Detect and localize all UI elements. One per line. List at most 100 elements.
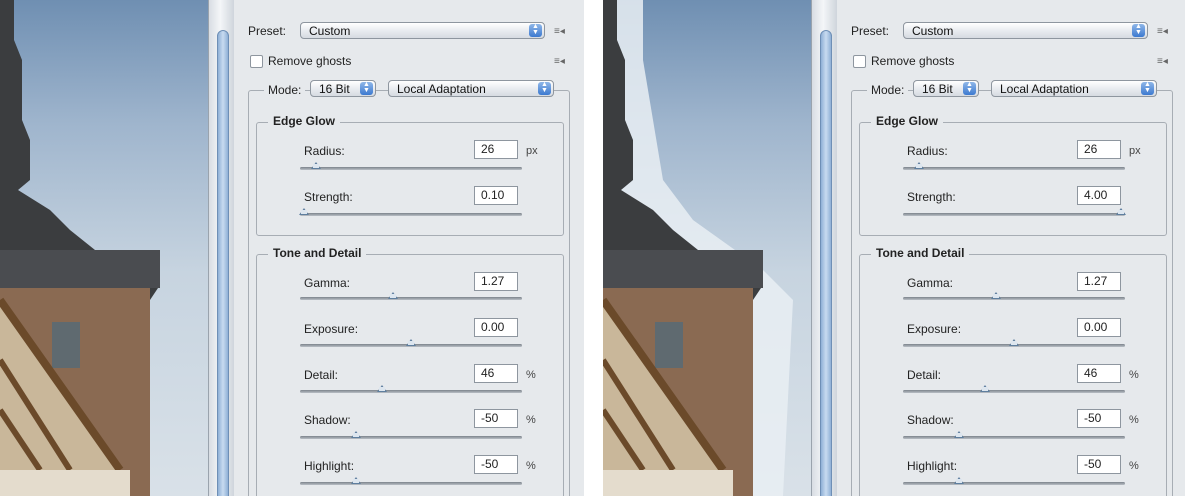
radius-field[interactable]: 26 — [1077, 140, 1121, 159]
highlight-slider[interactable] — [903, 477, 1125, 485]
preset-label: Preset: — [248, 24, 287, 38]
panel-menu-icon[interactable]: ≡◂ — [1157, 26, 1168, 37]
shadow-unit: % — [526, 414, 536, 426]
radius-label: Radius: — [907, 144, 948, 158]
bit-depth-select[interactable]: 16 Bit ▲ ▼ — [310, 80, 376, 97]
exposure-slider-thumb[interactable] — [1009, 339, 1019, 346]
preview-scrollbar[interactable] — [811, 0, 838, 496]
remove-ghosts-checkbox[interactable] — [853, 55, 866, 68]
tone-detail-title: Tone and Detail — [268, 246, 367, 260]
detail-label: Detail: — [907, 368, 942, 382]
remove-ghosts-checkbox[interactable] — [250, 55, 263, 68]
method-select[interactable]: Local Adaptation ▲ ▼ — [388, 80, 554, 97]
strength-slider[interactable] — [903, 208, 1126, 216]
strength-slider-thumb[interactable] — [299, 208, 310, 215]
dropdown-arrows-icon: ▲ ▼ — [963, 81, 976, 95]
radius-field[interactable]: 26 — [474, 140, 518, 159]
strength-field[interactable]: 0.10 — [474, 186, 518, 205]
exposure-field[interactable]: 0.00 — [1077, 318, 1121, 337]
dropdown-arrows-icon: ▲ ▼ — [360, 81, 373, 95]
preset-value: Custom — [309, 24, 351, 38]
highlight-slider-thumb[interactable] — [350, 477, 361, 484]
detail-slider-thumb[interactable] — [980, 385, 991, 392]
highlight-unit: % — [1129, 460, 1139, 472]
shadow-slider[interactable] — [903, 431, 1125, 439]
highlight-field[interactable]: -50 — [474, 455, 518, 474]
preview-image — [603, 0, 811, 496]
bit-depth-select[interactable]: 16 Bit ▲ ▼ — [913, 80, 979, 97]
detail-slider[interactable] — [903, 385, 1125, 393]
preview-image — [0, 0, 208, 496]
tone-detail-title: Tone and Detail — [871, 246, 970, 260]
hdr-settings-panel: Preset: Custom ▲ ▼ ≡◂ Remove ghosts ≡◂ Mo… — [234, 0, 584, 496]
building-photo-glow — [603, 0, 793, 496]
gamma-field[interactable]: 1.27 — [1077, 272, 1121, 291]
exposure-label: Exposure: — [304, 322, 359, 336]
strength-label: Strength: — [304, 190, 353, 204]
shadow-slider[interactable] — [300, 431, 522, 439]
radius-slider-thumb[interactable] — [913, 162, 924, 169]
gamma-slider[interactable] — [300, 292, 522, 300]
highlight-slider-thumb[interactable] — [953, 477, 964, 484]
gamma-slider-thumb[interactable] — [991, 292, 1002, 299]
method-select[interactable]: Local Adaptation ▲ ▼ — [991, 80, 1157, 97]
shadow-field[interactable]: -50 — [474, 409, 518, 428]
preset-label: Preset: — [851, 24, 890, 38]
detail-unit: % — [1129, 369, 1139, 381]
strength-slider[interactable] — [299, 208, 522, 216]
gamma-field[interactable]: 1.27 — [474, 272, 518, 291]
shadow-unit: % — [1129, 414, 1139, 426]
preset-value: Custom — [912, 24, 954, 38]
panel-menu-icon[interactable]: ≡◂ — [1157, 56, 1168, 67]
radius-slider[interactable] — [300, 162, 522, 170]
dropdown-arrows-icon: ▲ ▼ — [538, 81, 551, 95]
preview-scrollbar[interactable] — [208, 0, 235, 496]
scrollbar-thumb[interactable] — [820, 30, 832, 496]
shadow-field[interactable]: -50 — [1077, 409, 1121, 428]
exposure-slider-thumb[interactable] — [406, 339, 416, 346]
strength-label: Strength: — [907, 190, 956, 204]
gamma-label: Gamma: — [907, 276, 954, 290]
edge-glow-title: Edge Glow — [871, 114, 944, 128]
screenshot-after: Preset: Custom ▲ ▼ ≡◂ Remove ghosts ≡◂ Mo… — [603, 0, 1185, 496]
highlight-field[interactable]: -50 — [1077, 455, 1121, 474]
panel-menu-icon[interactable]: ≡◂ — [554, 26, 565, 37]
shadow-slider-thumb[interactable] — [953, 431, 964, 438]
gamma-label: Gamma: — [304, 276, 351, 290]
gamma-slider[interactable] — [903, 292, 1125, 300]
detail-field[interactable]: 46 — [474, 364, 518, 383]
highlight-label: Highlight: — [304, 459, 355, 473]
detail-field[interactable]: 46 — [1077, 364, 1121, 383]
preset-select[interactable]: Custom ▲ ▼ — [903, 22, 1148, 39]
exposure-slider[interactable] — [300, 339, 522, 347]
scrollbar-thumb[interactable] — [217, 30, 229, 496]
radius-unit: px — [1129, 145, 1141, 157]
shadow-slider-thumb[interactable] — [350, 431, 361, 438]
panel-menu-icon[interactable]: ≡◂ — [554, 56, 565, 67]
bit-depth-value: 16 Bit — [922, 82, 953, 96]
detail-unit: % — [526, 369, 536, 381]
gamma-slider-thumb[interactable] — [388, 292, 399, 299]
strength-field[interactable]: 4.00 — [1077, 186, 1121, 205]
radius-unit: px — [526, 145, 538, 157]
bit-depth-value: 16 Bit — [319, 82, 350, 96]
exposure-slider[interactable] — [903, 339, 1125, 347]
preset-select[interactable]: Custom ▲ ▼ — [300, 22, 545, 39]
highlight-label: Highlight: — [907, 459, 958, 473]
dropdown-arrows-icon: ▲ ▼ — [1141, 81, 1154, 95]
exposure-field[interactable]: 0.00 — [474, 318, 518, 337]
mode-label: Mode: — [264, 83, 306, 97]
strength-slider-thumb[interactable] — [1115, 208, 1126, 215]
hdr-settings-panel: Preset: Custom ▲ ▼ ≡◂ Remove ghosts ≡◂ Mo… — [837, 0, 1185, 496]
screenshot-before: Preset: Custom ▲ ▼ ≡◂ Remove ghosts ≡◂ Mo… — [0, 0, 584, 496]
dropdown-arrows-icon: ▲ ▼ — [529, 23, 542, 37]
highlight-unit: % — [526, 460, 536, 472]
edge-glow-title: Edge Glow — [268, 114, 341, 128]
detail-slider[interactable] — [300, 385, 522, 393]
method-value: Local Adaptation — [397, 82, 486, 96]
radius-slider[interactable] — [903, 162, 1125, 170]
highlight-slider[interactable] — [300, 477, 522, 485]
detail-slider-thumb[interactable] — [377, 385, 388, 392]
radius-slider-thumb[interactable] — [310, 162, 321, 169]
shadow-label: Shadow: — [907, 413, 954, 427]
